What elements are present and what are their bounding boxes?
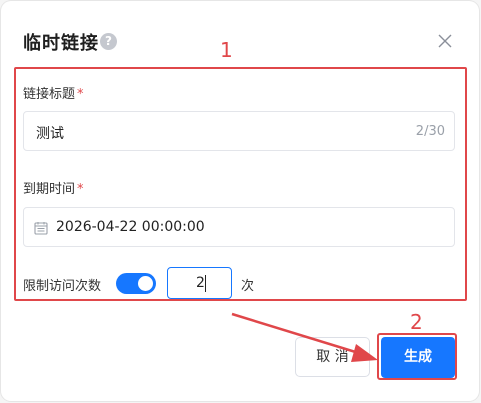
- question-circle-icon[interactable]: ?: [100, 33, 117, 50]
- annotation-marker-1: 1: [220, 38, 233, 62]
- close-icon[interactable]: [437, 33, 453, 49]
- annotation-marker-2: 2: [410, 310, 423, 334]
- annotation-box-form: [14, 67, 467, 301]
- annotation-box-generate: [377, 333, 457, 380]
- cancel-button[interactable]: 取 消: [295, 337, 370, 377]
- dialog-title: 临时链接: [23, 33, 99, 54]
